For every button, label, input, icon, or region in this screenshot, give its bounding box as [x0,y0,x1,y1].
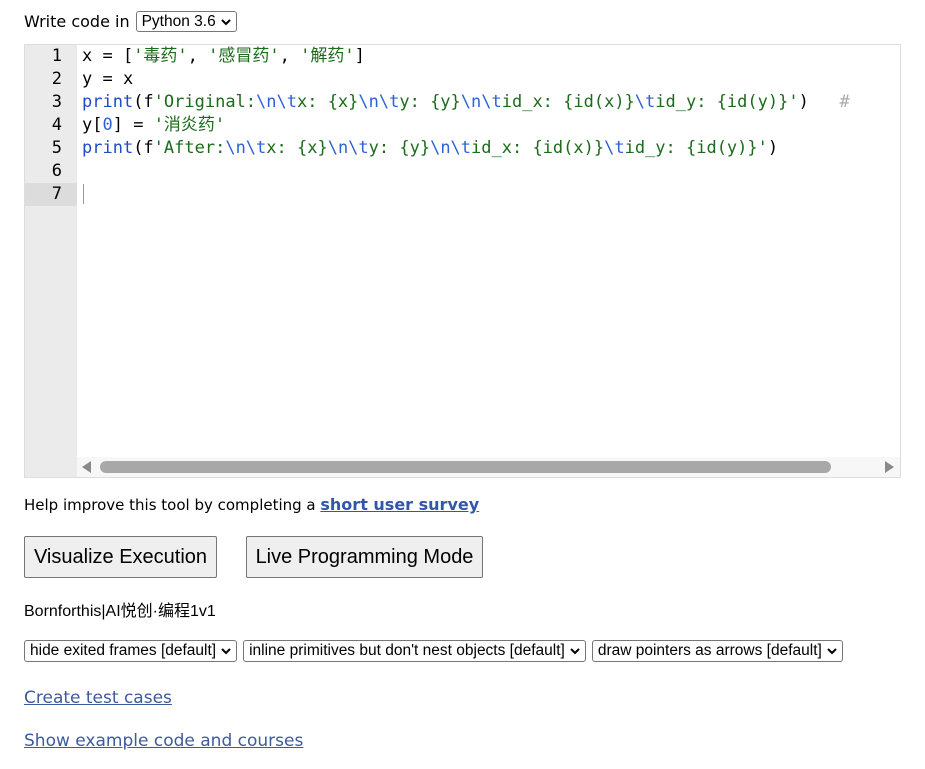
code-token: '解药' [300,46,355,66]
language-row: Write code in Python 3.6 [24,11,237,32]
line-number: 4 [51,115,62,135]
code-token: ] [354,46,365,66]
code-token: '消炎药' [153,115,226,135]
code-token: \n\t [327,138,369,158]
code-token: \n\t [460,92,502,112]
line-number: 5 [51,138,62,158]
line-number: 1 [51,46,62,66]
pointers-select[interactable]: draw pointers as arrows [default] [591,640,843,662]
code-token: ) [798,92,840,112]
code-token: x = [ [82,46,134,66]
code-token: ] = [112,115,154,135]
chevron-down-icon [221,648,231,655]
code-line[interactable]: x = ['毒药', '感冒药', '解药'] [82,45,365,68]
survey-text: Help improve this tool by completing a [24,496,321,514]
visualize-execution-button[interactable]: Visualize Execution [24,536,217,578]
code-token: y: {y} [368,138,431,158]
live-programming-button[interactable]: Live Programming Mode [246,536,483,578]
code-token: \t [604,138,625,158]
line-number: 3 [51,92,62,112]
chevron-down-icon [220,18,231,25]
code-token: print [82,138,134,158]
language-select-value: Python 3.6 [141,12,216,30]
code-token: print [82,92,134,112]
code-token: (f [133,92,154,112]
code-line[interactable]: y = x [82,68,133,91]
line-number: 6 [51,161,62,181]
code-token: y: {y} [399,92,461,112]
code-token: \n\t [225,138,267,158]
code-token: y = x [82,69,134,89]
line-number-gutter: 1 2 3 4 5 67 [25,45,77,477]
horizontal-scrollbar[interactable] [77,457,900,477]
code-token: ) [767,138,779,158]
code-line[interactable]: print(f'After:\n\tx: {x}\n\ty: {y}\n\tid… [82,137,778,160]
code-line[interactable]: print(f'Original:\n\tx: {x}\n\ty: {y}\n\… [82,91,850,114]
code-token: \t [634,92,656,112]
author-label: Bornforthis|AI悦创·编程1v1 [24,603,216,620]
create-test-cases-link[interactable]: Create test cases [24,688,172,708]
scrollbar-thumb[interactable] [100,461,831,473]
language-label: Write code in [24,12,130,31]
code-token: , [187,46,209,66]
code-token: \n\t [430,138,472,158]
code-token: 0 [102,115,113,135]
code-token: 'After: [153,138,226,158]
code-area[interactable]: x = ['毒药', '感冒药', '解药'] y = x print(f'Orig… [82,45,900,477]
primitives-select[interactable]: inline primitives but don't nest objects… [243,640,586,662]
frames-select[interactable]: hide exited frames [default] [24,640,238,662]
code-token: '感冒药' [208,46,280,66]
code-token: # [839,92,850,112]
language-select[interactable]: Python 3.6 [135,11,237,32]
code-token: y[ [82,115,103,135]
code-token: x: {x} [266,138,328,158]
survey-link[interactable]: short user survey [320,495,479,514]
scroll-right-arrow-icon[interactable] [885,461,894,473]
code-token: id_x: {id(x)} [501,92,635,112]
code-token: '毒药' [133,46,188,66]
text-cursor [83,184,84,204]
show-examples-link[interactable]: Show example code and courses [24,731,303,751]
code-editor[interactable]: 1234567 x = ['毒药', '感冒药', '解药'] y = x prin… [24,44,901,478]
pointers-select-value: draw pointers as arrows [default] [597,642,822,659]
code-token: id_y: {id(y)}' [624,138,768,158]
survey-prompt: Help improve this tool by completing a s… [24,495,479,514]
chevron-down-icon [570,648,580,655]
code-token: , [279,46,301,66]
code-token: \n\t [256,92,297,112]
options-row: hide exited frames [default] inline prim… [24,640,843,662]
frames-select-value: hide exited frames [default] [30,642,217,659]
code-token: x: {x} [296,92,359,112]
code-token: \n\t [358,92,400,112]
code-token: 'Original: [153,92,257,112]
code-line[interactable]: y[0] = '消炎药' [82,114,225,137]
code-token: id_y: {id(y)}' [655,92,799,112]
line-number: 2 [51,69,62,89]
chevron-down-icon [827,648,837,655]
primitives-select-value: inline primitives but don't nest objects… [249,642,565,659]
scroll-left-arrow-icon[interactable] [82,461,91,473]
code-token: (f [133,138,154,158]
line-number: 7 [25,183,77,206]
code-token: id_x: {id(x)} [471,138,605,158]
